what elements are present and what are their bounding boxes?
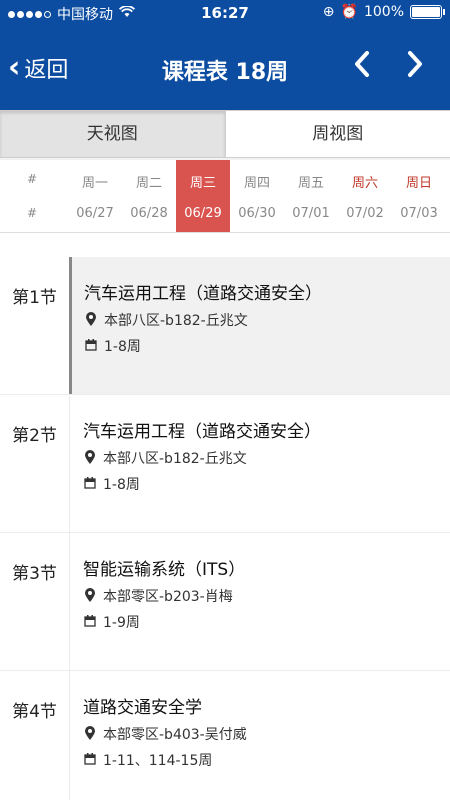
- location-pin-icon: [84, 311, 98, 329]
- location-pin-icon: [83, 725, 97, 743]
- status-bar: 中国移动 16:27 ⊕ ⏰ 100%: [0, 0, 450, 28]
- day-column-wed[interactable]: 周三 06/29: [176, 160, 230, 232]
- location-text: 本部零区-b203-肖梅: [103, 589, 233, 605]
- day-label: 周日: [405, 176, 432, 191]
- weeks-line: 1-8周: [83, 474, 450, 494]
- period-label: 第4节: [0, 671, 70, 800]
- location-text: 本部八区-b182-丘兆文: [103, 451, 247, 467]
- day-label: 周六: [351, 176, 378, 191]
- schedule-list: 第1节 汽车运用工程（道路交通安全） 本部八区-b182-丘兆文 1-8周 第2…: [0, 232, 450, 800]
- day-label: 周二: [135, 176, 162, 191]
- calendar-icon: [83, 614, 97, 630]
- course-title: 汽车运用工程（道路交通安全）: [84, 284, 322, 304]
- weeks-text: 1-8周: [103, 477, 140, 493]
- day-label: 周一: [81, 176, 108, 191]
- date-label: 07/01: [292, 206, 330, 221]
- location-line: 本部零区-b203-肖梅: [83, 586, 450, 606]
- weeks-text: 1-9周: [103, 615, 140, 631]
- status-right: ⊕ ⏰ 100%: [322, 4, 445, 20]
- location-text: 本部八区-b182-丘兆文: [104, 313, 248, 329]
- calendar-icon: [83, 752, 97, 768]
- period-label: 第1节: [0, 257, 70, 394]
- tab-day-view[interactable]: 天视图: [0, 111, 226, 157]
- day-column-sun[interactable]: 周日 07/03: [392, 160, 446, 232]
- week-selector: # # 周一 06/27 周二 06/28 周三 06/29 周四 06/30 …: [0, 160, 450, 232]
- view-tabs: 天视图 周视图: [0, 110, 450, 158]
- calendar-icon: [83, 476, 97, 492]
- calendar-icon: [84, 338, 98, 354]
- location-line: 本部八区-b182-丘兆文: [83, 448, 450, 468]
- schedule-row[interactable]: 第3节 智能运输系统（ITS） 本部零区-b203-肖梅 1-9周: [0, 533, 450, 671]
- date-label: 07/02: [346, 206, 384, 221]
- period-label: 第2节: [0, 395, 70, 532]
- page-title: 课程表 18周: [161, 60, 289, 85]
- date-label: 06/27: [76, 206, 114, 221]
- location-line: 本部零区-b403-吴付威: [83, 724, 450, 744]
- next-week-button[interactable]: [405, 48, 425, 88]
- battery-icon: [410, 5, 445, 19]
- day-column-fri[interactable]: 周五 07/01: [284, 160, 338, 232]
- date-label: 06/29: [184, 206, 222, 221]
- location-line: 本部八区-b182-丘兆文: [84, 310, 450, 330]
- day-column-sat[interactable]: 周六 07/02: [338, 160, 392, 232]
- schedule-row[interactable]: 第1节 汽车运用工程（道路交通安全） 本部八区-b182-丘兆文 1-8周: [0, 257, 450, 395]
- weeks-line: 1-8周: [84, 336, 450, 356]
- rotation-lock-icon: ⊕: [322, 4, 335, 20]
- course-card[interactable]: 汽车运用工程（道路交通安全） 本部八区-b182-丘兆文 1-8周: [69, 257, 450, 394]
- schedule-row[interactable]: 第4节 道路交通安全学 本部零区-b403-吴付威 1-11、114-15周: [0, 671, 450, 800]
- weeks-text: 1-11、114-15周: [103, 753, 213, 769]
- hash-day-label: #: [26, 172, 38, 186]
- day-label: 周三: [189, 176, 216, 191]
- day-column-mon[interactable]: 周一 06/27: [68, 160, 122, 232]
- day-column-thu[interactable]: 周四 06/30: [230, 160, 284, 232]
- weeks-line: 1-11、114-15周: [83, 750, 450, 770]
- prev-week-button[interactable]: [352, 48, 372, 88]
- course-card[interactable]: 汽车运用工程（道路交通安全） 本部八区-b182-丘兆文 1-8周: [71, 395, 450, 532]
- location-text: 本部零区-b403-吴付威: [103, 727, 247, 743]
- date-label: 06/30: [238, 206, 276, 221]
- hash-date-label: #: [26, 206, 38, 220]
- course-title: 智能运输系统（ITS）: [83, 560, 246, 580]
- course-card[interactable]: 道路交通安全学 本部零区-b403-吴付威 1-11、114-15周: [71, 671, 450, 800]
- weeks-text: 1-8周: [104, 339, 141, 355]
- location-pin-icon: [83, 587, 97, 605]
- date-label: 07/03: [400, 206, 438, 221]
- day-column-tue[interactable]: 周二 06/28: [122, 160, 176, 232]
- nav-bar: ‹ 返回 课程表 18周: [0, 28, 450, 110]
- course-card[interactable]: 智能运输系统（ITS） 本部零区-b203-肖梅 1-9周: [71, 533, 450, 670]
- week-header-hash: # #: [0, 160, 64, 232]
- day-label: 周四: [243, 176, 270, 191]
- battery-label: 100%: [363, 4, 404, 20]
- tab-week-view[interactable]: 周视图: [226, 111, 450, 157]
- alarm-icon: ⏰: [340, 4, 358, 20]
- course-title: 汽车运用工程（道路交通安全）: [83, 422, 321, 442]
- course-title: 道路交通安全学: [83, 698, 202, 718]
- weeks-line: 1-9周: [83, 612, 450, 632]
- day-label: 周五: [297, 176, 324, 191]
- date-label: 06/28: [130, 206, 168, 221]
- period-label: 第3节: [0, 533, 70, 670]
- location-pin-icon: [83, 449, 97, 467]
- schedule-row[interactable]: 第2节 汽车运用工程（道路交通安全） 本部八区-b182-丘兆文 1-8周: [0, 395, 450, 533]
